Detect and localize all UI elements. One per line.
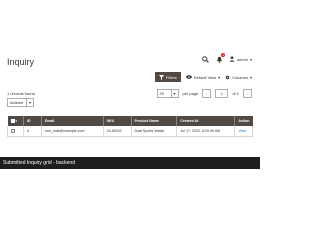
- user-name: admin: [237, 56, 248, 62]
- chevron-down-icon: ▾: [249, 74, 252, 80]
- notification-badge: 1: [221, 53, 226, 57]
- column-header-email[interactable]: Email: [40, 116, 104, 126]
- select-all-checkbox[interactable]: [10, 118, 15, 123]
- gear-icon: [225, 75, 230, 79]
- table-header-row: ▾ ID Email SKU Product Name Created At A…: [7, 116, 253, 126]
- column-header-sku[interactable]: SKU: [102, 116, 132, 126]
- column-header-created-at[interactable]: Created At: [176, 116, 235, 126]
- grid-toolbar: Filters Default View ▾ Columns ▾: [154, 72, 252, 82]
- row-select-cell: [7, 126, 24, 137]
- mass-actions-select[interactable]: Actions ▾: [7, 98, 34, 107]
- page-size-select[interactable]: 20 ▾: [156, 89, 179, 98]
- header-actions: 1 admin ▾: [201, 53, 252, 63]
- user-menu[interactable]: admin ▾: [229, 56, 252, 62]
- previous-page-button[interactable]: ‹: [202, 89, 212, 98]
- cell-product-name: Dual Sports Watch: [130, 126, 177, 137]
- table-row: 4 roni_cost@example.com 24-MG02 Dual Spo…: [7, 126, 253, 137]
- search-icon[interactable]: [201, 55, 209, 63]
- bell-icon[interactable]: 1: [215, 53, 226, 63]
- chevron-down-icon: ▾: [170, 90, 178, 97]
- pager: 20 ▾ per page ‹ 1 of 1 ›: [156, 89, 252, 98]
- column-header-action: Action: [234, 116, 253, 126]
- per-page-label: per page: [182, 91, 199, 96]
- user-icon: [229, 56, 235, 62]
- chevron-left-icon: ‹: [206, 91, 208, 96]
- actions-label: Actions: [10, 100, 24, 105]
- total-pages-label: of 1: [232, 91, 239, 96]
- inquiry-grid: ▾ ID Email SKU Product Name Created At A…: [7, 116, 253, 137]
- records-count: 1 records found: [7, 91, 35, 96]
- columns-control[interactable]: Columns ▾: [225, 75, 252, 80]
- columns-label: Columns: [232, 74, 248, 80]
- chevron-down-icon: ▾: [218, 74, 221, 80]
- row-checkbox[interactable]: [11, 128, 15, 133]
- eye-icon: [185, 75, 192, 79]
- column-header-product-name[interactable]: Product Name: [130, 116, 177, 126]
- cell-sku: 24-MG02: [102, 126, 132, 137]
- view-switcher[interactable]: Default View ▾: [185, 74, 221, 80]
- chevron-down-icon: ▾: [26, 99, 33, 106]
- filters-button[interactable]: Filters: [154, 72, 181, 82]
- cell-email: roni_cost@example.com: [40, 126, 104, 137]
- chevron-down-icon[interactable]: ▾: [16, 119, 18, 123]
- next-page-button[interactable]: ›: [243, 89, 252, 98]
- filters-label: Filters: [165, 74, 177, 80]
- page-size-value: 20: [159, 91, 164, 96]
- current-page-input[interactable]: 1: [215, 89, 229, 98]
- select-all-column[interactable]: ▾: [7, 116, 24, 126]
- view-label: Default View: [193, 74, 217, 80]
- cell-created-at: Jul 17, 2022, 6:20:49 AM: [176, 126, 235, 137]
- caption-bar: Submitted Inquiry grid - backend: [0, 157, 260, 169]
- cell-action: View: [234, 126, 253, 137]
- column-header-id[interactable]: ID: [22, 116, 42, 126]
- view-link[interactable]: View: [238, 129, 246, 133]
- filter-icon: [158, 74, 164, 80]
- cell-id: 4: [22, 126, 42, 137]
- chevron-down-icon: ▾: [249, 56, 252, 62]
- chevron-right-icon: ›: [246, 91, 249, 96]
- page-title: Inquiry: [7, 57, 35, 67]
